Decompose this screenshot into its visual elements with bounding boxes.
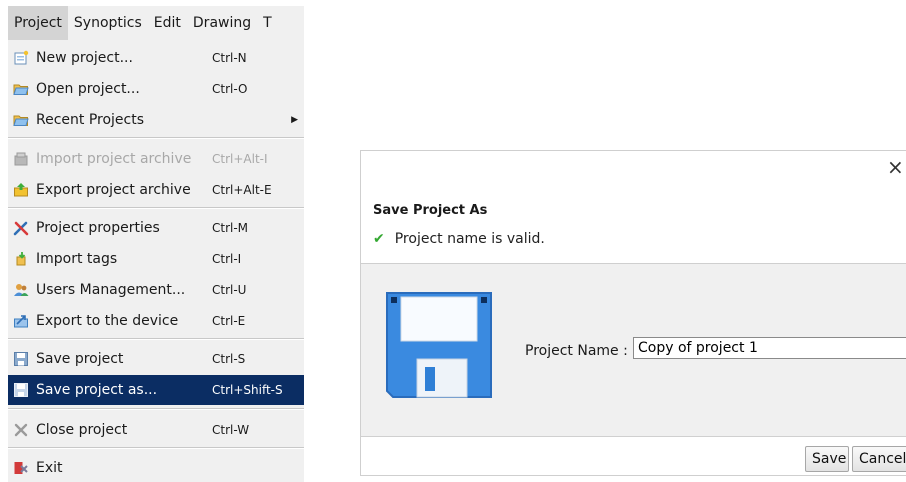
- menu-item-save-project-as[interactable]: Save project as... Ctrl+Shift-S: [8, 375, 304, 405]
- menubar-truncated[interactable]: T: [257, 6, 278, 40]
- menu-item-shortcut: Ctrl+Alt-I: [212, 152, 268, 166]
- import-tags-icon: [16, 252, 26, 266]
- menu-item-label: Import project archive: [36, 151, 192, 167]
- menu-separator: [8, 207, 304, 209]
- menu-item-close-project[interactable]: Close project Ctrl-W: [8, 415, 304, 445]
- tools-icon: [13, 221, 29, 236]
- menu-item-shortcut: Ctrl+Shift-S: [212, 383, 283, 397]
- menu-item-import-tags[interactable]: Import tags Ctrl-I: [8, 244, 304, 274]
- project-name-label: Project Name :: [525, 343, 628, 359]
- menu-item-shortcut: Ctrl-M: [212, 221, 249, 235]
- menu-item-project-properties[interactable]: Project properties Ctrl-M: [8, 213, 304, 243]
- menu-item-label: Save project: [36, 351, 124, 367]
- save-button[interactable]: Save: [805, 446, 849, 472]
- menubar-project[interactable]: Project: [8, 6, 68, 40]
- menu-item-shortcut: Ctrl-U: [212, 283, 247, 297]
- cancel-button[interactable]: Cancel: [852, 446, 906, 472]
- menu-item-shortcut: Ctrl-N: [212, 51, 247, 65]
- menu-item-label: Save project as...: [36, 382, 158, 398]
- menu-item-label: Close project: [36, 422, 128, 438]
- menu-item-exit[interactable]: Exit: [8, 453, 304, 482]
- save-project-as-dialog: × Save Project As ✔ Project name is valid…: [360, 150, 906, 476]
- floppy-disk-icon: [386, 292, 492, 398]
- menu-separator: [8, 447, 304, 449]
- new-project-icon: [14, 50, 29, 65]
- submenu-arrow-icon: ▶: [291, 115, 298, 125]
- menu-item-label: Project properties: [36, 220, 160, 236]
- menu-item-label: New project...: [36, 50, 133, 66]
- project-name-input[interactable]: [633, 337, 906, 359]
- save-as-icon: [14, 383, 28, 397]
- export-device-icon: [14, 315, 28, 328]
- save-icon: [14, 352, 28, 366]
- menu-separator: [8, 338, 304, 340]
- project-menu: New project... Ctrl-N Open project... Ct…: [8, 40, 304, 482]
- archive-icon: [14, 152, 28, 166]
- folder-icon: [13, 115, 29, 126]
- menu-item-open-project[interactable]: Open project... Ctrl-O: [8, 74, 304, 104]
- check-icon: ✔: [373, 231, 385, 247]
- menu-item-import-archive: Import project archive Ctrl+Alt-I: [8, 144, 304, 174]
- menu-bar: Project Synoptics Edit Drawing T: [8, 6, 304, 41]
- menu-item-export-device[interactable]: Export to the device Ctrl-E: [8, 306, 304, 336]
- close-icon[interactable]: ×: [887, 157, 904, 177]
- menu-item-label: Open project...: [36, 81, 140, 97]
- menu-item-shortcut: Ctrl+Alt-E: [212, 183, 272, 197]
- menu-item-new-project[interactable]: New project... Ctrl-N: [8, 43, 304, 73]
- menu-separator: [8, 408, 304, 410]
- export-archive-icon: [14, 183, 28, 197]
- menu-separator: [8, 137, 304, 139]
- menu-item-shortcut: Ctrl-W: [212, 423, 250, 437]
- menu-item-recent-projects[interactable]: Recent Projects ▶: [8, 105, 304, 135]
- users-icon: [14, 284, 29, 296]
- menu-item-label: Export project archive: [36, 182, 191, 198]
- menu-item-export-archive[interactable]: Export project archive Ctrl+Alt-E: [8, 175, 304, 205]
- menu-item-shortcut: Ctrl-S: [212, 352, 246, 366]
- menu-item-label: Import tags: [36, 251, 118, 267]
- dialog-title: Save Project As: [373, 203, 488, 218]
- menu-item-label: Users Management...: [36, 282, 186, 298]
- menubar-drawing[interactable]: Drawing: [187, 6, 257, 40]
- menubar-synoptics[interactable]: Synoptics: [68, 6, 148, 40]
- menu-item-label: Exit: [36, 460, 63, 476]
- menu-item-users-management[interactable]: Users Management... Ctrl-U: [8, 275, 304, 305]
- menu-item-save-project[interactable]: Save project Ctrl-S: [8, 344, 304, 374]
- menu-item-shortcut: Ctrl-I: [212, 252, 242, 266]
- validation-text: Project name is valid.: [394, 231, 545, 247]
- menu-item-shortcut: Ctrl-O: [212, 82, 248, 96]
- validation-message: ✔ Project name is valid.: [373, 231, 545, 247]
- menu-item-label: Recent Projects: [36, 112, 145, 128]
- menu-item-label: Export to the device: [36, 313, 179, 329]
- menu-item-shortcut: Ctrl-E: [212, 314, 246, 328]
- open-folder-icon: [13, 84, 29, 95]
- menubar-edit[interactable]: Edit: [148, 6, 187, 40]
- exit-icon: [14, 462, 28, 474]
- close-project-icon: [14, 423, 28, 437]
